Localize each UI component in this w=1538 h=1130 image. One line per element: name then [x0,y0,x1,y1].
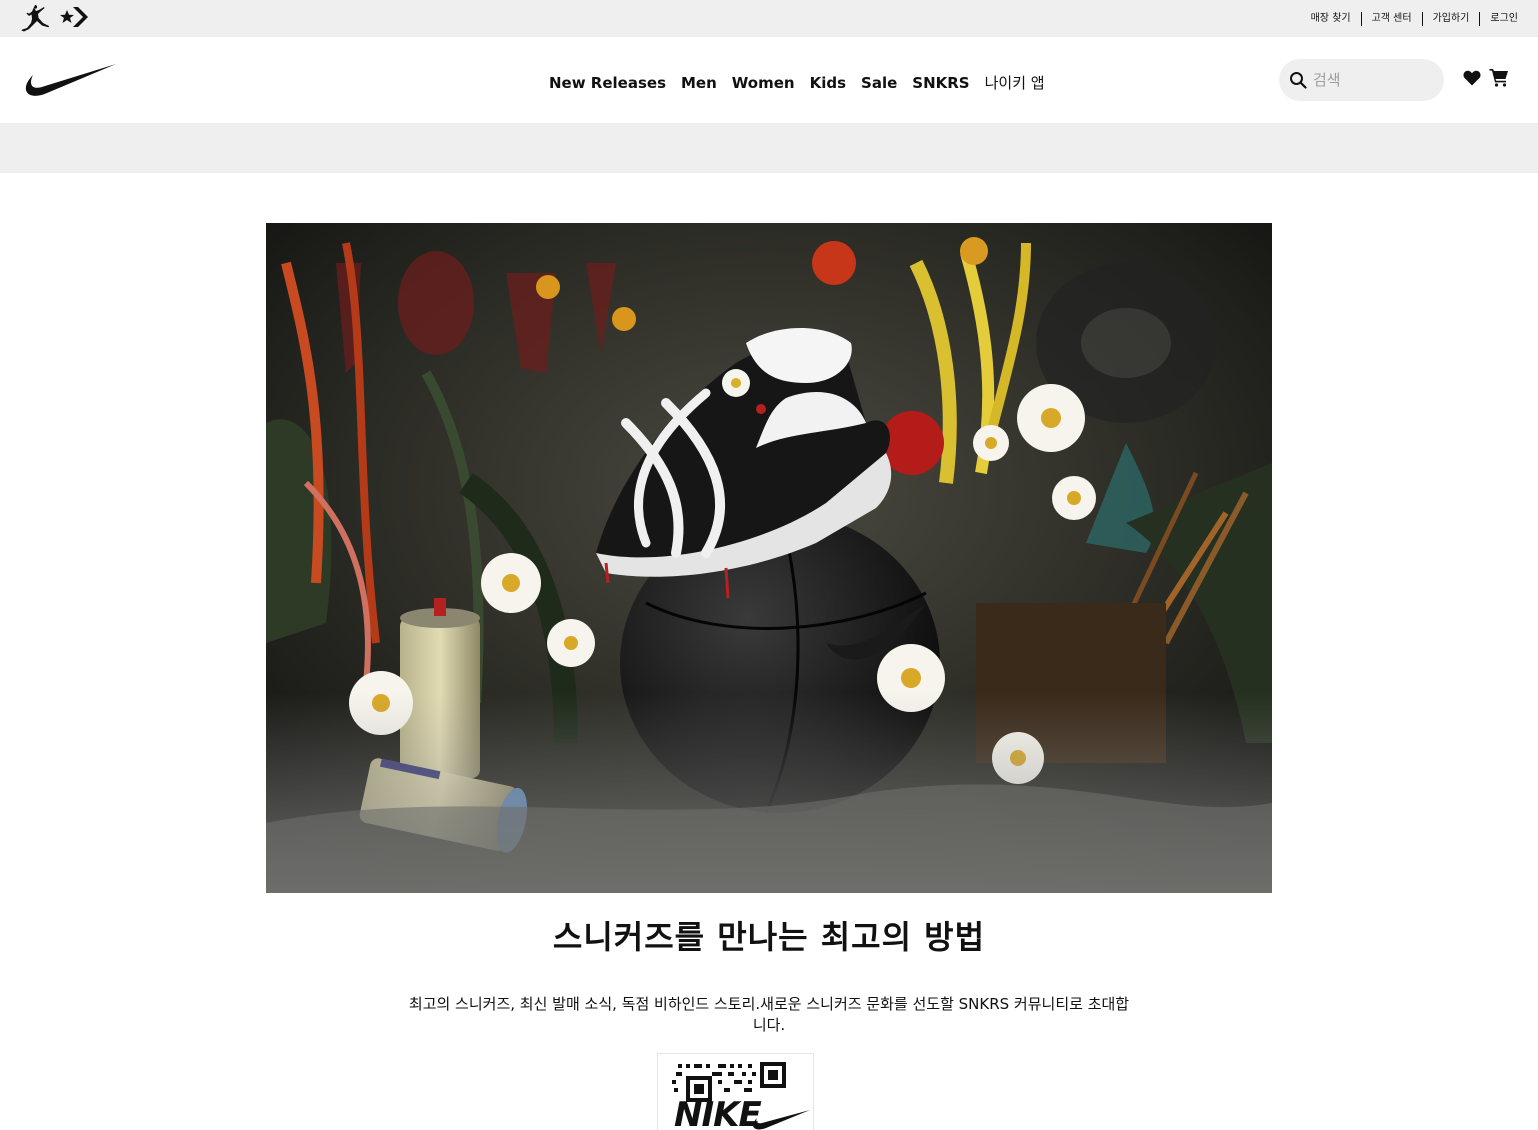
hero-image [266,223,1272,893]
nav-men[interactable]: Men [681,74,717,92]
nav-sale[interactable]: Sale [861,74,897,92]
nav-kids[interactable]: Kids [810,74,846,92]
main-header: New Releases Men Women Kids Sale SNKRS 나… [0,37,1538,123]
nav-snkrs[interactable]: SNKRS [912,74,969,92]
util-link-help-center[interactable]: 고객 센터 [1360,12,1422,26]
nike-app-qr-code: NIKE [657,1053,814,1130]
converse-logo-icon[interactable] [60,5,90,29]
search-input[interactable] [1313,71,1433,89]
hero-headline: 스니커즈를 만나는 최고의 방법 [552,918,986,956]
cart-icon[interactable] [1489,67,1509,87]
utility-links: 매장 찾기 고객 센터 가입하기 로그인 [1301,12,1518,26]
main-nav: New Releases Men Women Kids Sale SNKRS 나… [549,72,1060,93]
svg-text:NIKE: NIKE [674,1095,761,1130]
util-link-store-finder[interactable]: 매장 찾기 [1301,12,1361,26]
nike-swoosh-icon[interactable] [25,62,117,98]
nav-nike-app[interactable]: 나이키 앱 [985,72,1045,93]
util-link-join[interactable]: 가입하기 [1421,12,1480,26]
search-box[interactable] [1279,59,1444,101]
heart-icon[interactable] [1463,70,1481,86]
jordan-logo-icon[interactable] [19,4,51,32]
nav-women[interactable]: Women [732,74,795,92]
sneaker-scene-illustration [266,223,1272,893]
hero-description: 최고의 스니커즈, 최신 발매 소식, 독점 비하인드 스토리.새로운 스니커즈… [408,995,1130,1034]
search-icon[interactable] [1289,71,1307,89]
promo-banner [0,123,1538,173]
util-link-login[interactable]: 로그인 [1479,12,1518,26]
nav-new-releases[interactable]: New Releases [549,74,666,92]
utility-bar: 매장 찾기 고객 센터 가입하기 로그인 [0,0,1538,37]
